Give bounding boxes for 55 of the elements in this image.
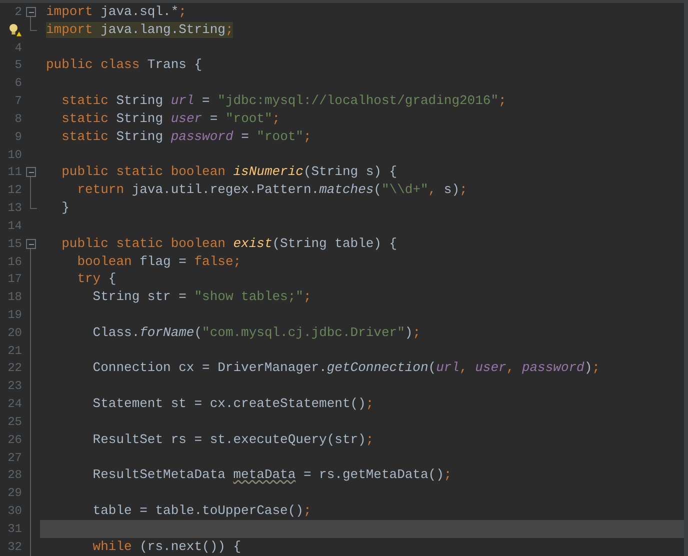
line-number: 21 <box>8 344 22 358</box>
line-number: 7 <box>14 94 22 108</box>
code-line: Statement st = cx.createStatement(); <box>92 396 374 412</box>
lightbulb-icon[interactable] <box>8 22 22 37</box>
code-line: static String password = "root"; <box>60 128 312 145</box>
code-line: static String user = "root"; <box>60 110 280 127</box>
line-number: 9 <box>14 130 22 144</box>
line-number: 32 <box>8 540 22 554</box>
line-number: 20 <box>8 326 22 340</box>
line-number: 22 <box>8 361 22 376</box>
code-line: Connection cx = DriverManager.getConnection(url, user, password); <box>92 360 600 376</box>
code-line: import java.sql.*; <box>46 4 186 20</box>
code-line: public static boolean isNumeric(String s) { <box>60 164 398 180</box>
line-number: 16 <box>8 254 22 268</box>
code-line: public static boolean exist(String table) { <box>60 236 398 252</box>
code-line: table = table.toUpperCase(); <box>92 503 312 520</box>
fold-toggle-icon[interactable] <box>26 7 36 17</box>
line-number: 8 <box>14 112 22 126</box>
line-number: 17 <box>8 272 22 286</box>
code-line: ResultSetMetaData metaData = rs.getMetaData(); <box>92 467 452 484</box>
fold-end-icon <box>30 20 37 31</box>
line-number: 6 <box>14 76 22 90</box>
line-number: 15 <box>8 236 22 251</box>
line-number: 23 <box>8 379 22 394</box>
line-number: 27 <box>8 450 22 465</box>
line-number: 13 <box>8 201 22 216</box>
line-number: 2 <box>14 4 22 19</box>
code-line: public class Trans { <box>46 57 202 74</box>
code-line: static String url = "jdbc:mysql://localhost/grading2016"; <box>60 93 506 110</box>
code-line: while (rs.next()) { <box>92 538 242 555</box>
fold-toggle-icon[interactable] <box>26 167 36 178</box>
code-line: boolean flag = false; <box>76 254 242 270</box>
code-line: try { <box>76 271 116 288</box>
line-number: 30 <box>8 504 22 518</box>
line-number: 18 <box>8 290 22 304</box>
line-number: 12 <box>8 183 22 198</box>
line-number: 24 <box>8 397 22 412</box>
fold-end-icon <box>30 199 37 210</box>
line-number: 28 <box>8 468 22 482</box>
line-number: 19 <box>8 308 22 322</box>
line-number: 10 <box>8 148 22 162</box>
fold-toggle-icon[interactable] <box>26 238 36 249</box>
line-number: 31 <box>8 522 22 536</box>
code-line: } <box>60 200 70 216</box>
line-number: 14 <box>8 218 22 233</box>
line-number: 5 <box>14 58 22 72</box>
line-number: 26 <box>8 432 22 447</box>
line-number: 4 <box>14 40 22 55</box>
code-line: Class.forName("com.mysql.cj.jdbc.Driver"); <box>92 324 421 341</box>
line-number: 25 <box>8 414 22 429</box>
code-line: return java.util.regex.Pattern.matches("\\d+", s); <box>76 182 468 198</box>
line-number: 29 <box>8 486 22 500</box>
code-line: String str = "show tables;"; <box>92 289 312 306</box>
code-line: ResultSet rs = st.executeQuery(str); <box>92 432 374 448</box>
line-number: 11 <box>8 165 22 180</box>
